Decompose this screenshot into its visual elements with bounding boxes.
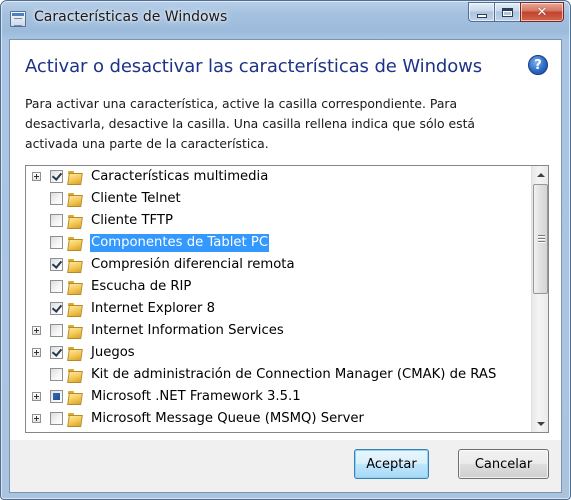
feature-row[interactable]: Características multimedia [26, 166, 531, 188]
folder-icon [68, 192, 83, 206]
feature-checkbox[interactable] [50, 368, 63, 381]
feature-row[interactable]: Escucha de RIP [26, 276, 531, 298]
feature-row[interactable]: Cliente Telnet [26, 188, 531, 210]
feature-checkbox[interactable] [50, 346, 63, 359]
feature-checkbox[interactable] [50, 280, 63, 293]
folder-icon [68, 302, 83, 316]
feature-row[interactable]: Núcleo de web hospedable de Internet Inf… [26, 430, 531, 433]
feature-row[interactable]: Microsoft .NET Framework 3.5.1 [26, 386, 531, 408]
scroll-up-button[interactable] [532, 166, 548, 183]
folder-icon [68, 368, 83, 382]
feature-checkbox[interactable] [50, 302, 63, 315]
scroll-down-arrow-icon [536, 421, 545, 426]
folder-icon [68, 170, 83, 184]
feature-checkbox[interactable] [50, 214, 63, 227]
feature-label[interactable]: Microsoft Message Queue (MSMQ) Server [90, 410, 365, 428]
feature-checkbox[interactable] [50, 412, 63, 425]
dialog-window: Características de Windows ✕ Activar o d… [0, 0, 571, 500]
scrollbar-thumb[interactable] [533, 184, 548, 294]
feature-checkbox[interactable] [50, 324, 63, 337]
feature-checkbox[interactable] [50, 236, 63, 249]
expand-plus-icon[interactable] [32, 348, 41, 357]
scroll-down-button[interactable] [532, 415, 548, 432]
feature-checkbox[interactable] [50, 192, 63, 205]
close-icon: ✕ [536, 4, 548, 20]
folder-icon [68, 258, 83, 272]
feature-row[interactable]: Internet Explorer 8 [26, 298, 531, 320]
instructions-line-2: desactivarla, desactive la casilla. Una … [25, 116, 476, 131]
feature-label[interactable]: Núcleo de web hospedable de Internet Inf… [90, 432, 488, 433]
expand-plus-icon[interactable] [32, 392, 41, 401]
folder-icon [68, 214, 83, 228]
page-title: Activar o desactivar las características… [25, 56, 483, 77]
accept-button[interactable]: Aceptar [354, 449, 429, 479]
feature-row[interactable]: Kit de administración de Connection Mana… [26, 364, 531, 386]
instructions-line-3: activada una parte de la característica. [25, 136, 269, 151]
features-tree-rows: Características multimedia Cliente Telnet… [26, 166, 531, 433]
features-tree[interactable]: Características multimedia Cliente Telnet… [25, 165, 549, 433]
maximize-button[interactable] [494, 2, 520, 22]
close-button[interactable]: ✕ [520, 2, 564, 22]
minimize-icon [476, 13, 487, 18]
feature-row[interactable]: Cliente TFTP [26, 210, 531, 232]
feature-label[interactable]: Características multimedia [90, 168, 269, 186]
scrollbar-grip-icon [538, 235, 545, 244]
feature-label[interactable]: Compresión diferencial remota [90, 256, 296, 274]
feature-checkbox[interactable] [50, 170, 63, 183]
feature-label[interactable]: Microsoft .NET Framework 3.5.1 [90, 388, 302, 406]
feature-row[interactable]: Juegos [26, 342, 531, 364]
feature-row[interactable]: Microsoft Message Queue (MSMQ) Server [26, 408, 531, 430]
feature-label[interactable]: Internet Information Services [90, 322, 285, 340]
scroll-up-arrow-icon [536, 172, 545, 177]
maximize-icon [502, 7, 513, 17]
folder-icon [68, 280, 83, 294]
instructions-text: Para activar una característica, active … [25, 94, 545, 154]
client-area: Activar o desactivar las características… [9, 39, 562, 493]
instructions-line-1: Para activar una característica, active … [25, 96, 458, 111]
feature-checkbox[interactable] [50, 390, 63, 403]
feature-label[interactable]: Juegos [90, 344, 136, 362]
window-app-icon [10, 11, 26, 27]
feature-label[interactable]: Internet Explorer 8 [90, 300, 216, 318]
folder-icon [68, 346, 83, 360]
expand-plus-icon[interactable] [32, 172, 41, 181]
minimize-button[interactable] [468, 2, 494, 22]
cancel-button[interactable]: Cancelar [458, 449, 549, 479]
feature-checkbox[interactable] [50, 258, 63, 271]
feature-row[interactable]: Componentes de Tablet PC [26, 232, 531, 254]
folder-icon [68, 236, 83, 250]
caption-buttons: ✕ [468, 2, 564, 22]
feature-label[interactable]: Componentes de Tablet PC [90, 234, 270, 252]
help-icon[interactable]: ? [528, 55, 548, 75]
feature-row[interactable]: Compresión diferencial remota [26, 254, 531, 276]
expand-plus-icon[interactable] [32, 326, 41, 335]
folder-icon [68, 412, 83, 426]
folder-icon [68, 390, 83, 404]
content-panel: Activar o desactivar las características… [10, 40, 561, 440]
vertical-scrollbar[interactable] [531, 166, 548, 432]
feature-label[interactable]: Kit de administración de Connection Mana… [90, 366, 497, 384]
folder-icon [68, 324, 83, 338]
feature-row[interactable]: Internet Information Services [26, 320, 531, 342]
expand-plus-icon[interactable] [32, 414, 41, 423]
feature-label[interactable]: Cliente TFTP [90, 212, 174, 230]
feature-label[interactable]: Escucha de RIP [90, 278, 192, 296]
title-bar[interactable]: Características de Windows ✕ [1, 1, 570, 35]
window-title: Características de Windows [34, 9, 228, 25]
feature-label[interactable]: Cliente Telnet [90, 190, 182, 208]
